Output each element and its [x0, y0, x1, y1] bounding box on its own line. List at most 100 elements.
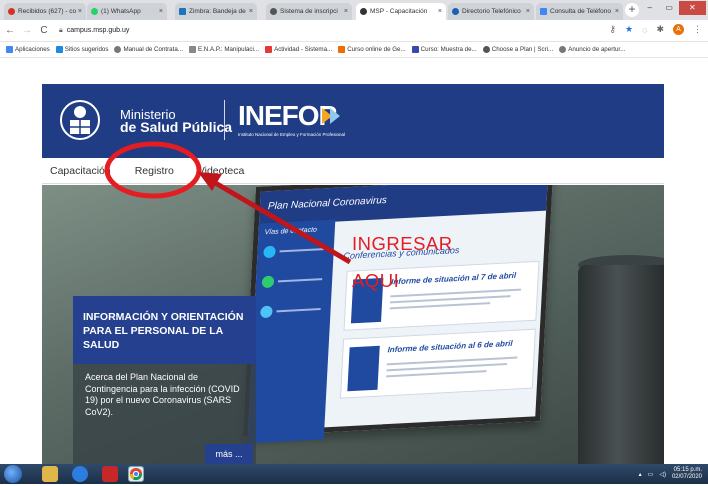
- tab-whatsapp[interactable]: (1) WhatsApp ×: [87, 3, 167, 20]
- whatsapp-icon: [91, 8, 98, 15]
- clock[interactable]: 05:15 p.m. 02/07/2020: [672, 467, 702, 481]
- laptop-plan-title: Plan Nacional Coronavirus: [258, 185, 548, 226]
- menu-dots-icon[interactable]: ⋮: [693, 24, 702, 35]
- tab-title: Sistema de inscripci: [280, 8, 338, 15]
- bookmark-icon: [411, 46, 419, 53]
- close-icon[interactable]: ×: [526, 8, 530, 15]
- document-icon: [540, 8, 547, 15]
- start-button[interactable]: [4, 465, 22, 483]
- bookmark-aplicaciones[interactable]: Aplicaciones: [6, 46, 50, 53]
- annotation-text-2: AQUI: [352, 270, 400, 291]
- site-header: Ministerio de Salud Pública INEFOP Insti…: [42, 84, 664, 158]
- laptop-screen-image: Plan Nacional Coronavirus Vías de contac…: [242, 185, 554, 444]
- bookmark-sitios-sugeridos[interactable]: Sitios sugeridos: [55, 46, 109, 53]
- tab-title: Zimbra: Bandeja de e: [189, 8, 247, 15]
- network-icon[interactable]: ▭: [648, 471, 654, 478]
- annotation-text-1: INGRESAR: [352, 233, 453, 254]
- bookmark-label: Sitios sugeridos: [64, 46, 109, 53]
- internet-explorer-icon[interactable]: [72, 466, 88, 482]
- bookmarks-bar: Aplicaciones Sitios sugeridos Manual de …: [0, 42, 708, 58]
- folder-icon[interactable]: [42, 466, 58, 482]
- report-card-title: Informe de situación al 6 de abril: [387, 338, 513, 355]
- whatsapp-icon: [261, 275, 275, 289]
- chrome-icon[interactable]: [128, 466, 144, 482]
- directory-icon: [452, 8, 459, 15]
- close-icon[interactable]: ×: [344, 8, 348, 15]
- address-bar[interactable]: 🔒︎ campus.msp.gub.uy: [59, 23, 599, 39]
- bookmark-icon: [188, 46, 196, 53]
- tab-title: MSP - Capacitación: [370, 8, 428, 15]
- tab-consulta-telefono[interactable]: Consulta de Teléfono ×: [536, 3, 623, 20]
- clock-date: 02/07/2020: [671, 474, 702, 480]
- bookmark-curso-online[interactable]: Curso online de Ge...: [338, 46, 406, 53]
- acrobat-icon[interactable]: [102, 466, 118, 482]
- site-nav: Capacitación Registro Videoteca: [42, 158, 664, 184]
- maximize-button[interactable]: ▭: [659, 1, 678, 15]
- back-arrow-icon[interactable]: ←: [3, 25, 17, 36]
- globe-icon: [559, 46, 567, 53]
- inefop-subtitle: Instituto Nacional de Empleo y Formación…: [238, 132, 346, 137]
- chrome-logo-icon: [130, 468, 142, 481]
- star-icon[interactable]: ★: [625, 24, 633, 35]
- close-icon[interactable]: ×: [438, 8, 442, 15]
- bookmark-actividad[interactable]: Actividad - Sistema...: [265, 46, 332, 53]
- bookmark-manual[interactable]: Manual de Contrata...: [114, 46, 183, 53]
- bookmark-label: Aplicaciones: [15, 46, 50, 53]
- url-text: campus.msp.gub.uy: [66, 27, 130, 34]
- tab-directorio[interactable]: Directorio Telefónico ×: [448, 3, 534, 20]
- bookmark-anuncio[interactable]: Anuncio de apertur...: [559, 46, 625, 53]
- window-controls: – ▭ ✕: [640, 1, 706, 15]
- bookmark-choose-plan[interactable]: Choose a Plan | Scri...: [482, 46, 553, 53]
- tray-arrow-icon[interactable]: ▴: [639, 471, 642, 478]
- extension-icon[interactable]: ◌: [642, 25, 647, 35]
- toolbar-right: ⚷ ★ ◌ ✱ A ⋮: [609, 24, 702, 35]
- laptop-contact-label: Vías de contacto: [264, 226, 318, 237]
- bookmark-icon: [265, 46, 273, 53]
- tab-title: Consulta de Teléfono: [550, 8, 611, 15]
- tab-title: Directorio Telefónico: [462, 8, 521, 15]
- phone-icon: [263, 245, 276, 259]
- toolbar: ← → C 🔒︎ campus.msp.gub.uy ⚷ ★ ◌ ✱ A ⋮: [0, 20, 708, 42]
- tab-sistema-inscripcion[interactable]: Sistema de inscripci ×: [266, 3, 352, 20]
- tab-gmail[interactable]: Recibidos (627) - cov ×: [4, 3, 86, 20]
- key-icon[interactable]: ⚷: [609, 24, 616, 35]
- close-icon[interactable]: ×: [615, 8, 619, 15]
- close-icon[interactable]: ×: [249, 8, 253, 15]
- ministerio-line2: de Salud Pública: [120, 119, 233, 135]
- close-icon[interactable]: ×: [159, 8, 163, 15]
- contact-row: [263, 242, 324, 259]
- bookmark-curso-muestra[interactable]: Curso: Muestra de...: [411, 46, 477, 53]
- tab-zimbra[interactable]: Zimbra: Bandeja de e ×: [175, 3, 257, 20]
- uruguay-crest-icon: [60, 100, 100, 140]
- tab-strip: Recibidos (627) - cov × (1) WhatsApp × Z…: [0, 0, 708, 20]
- clock-time: 05:15 p.m.: [673, 467, 702, 473]
- volume-icon[interactable]: ◁): [659, 471, 666, 478]
- close-icon[interactable]: ×: [78, 8, 82, 15]
- reload-icon[interactable]: C: [37, 25, 51, 36]
- new-tab-button[interactable]: +: [625, 3, 639, 17]
- mug-image: [578, 265, 664, 464]
- bookmark-icon: [482, 46, 490, 53]
- window-close-button[interactable]: ✕: [678, 1, 706, 15]
- laptop-contact-sidebar: Vías de contacto: [247, 219, 336, 444]
- contact-row: [261, 272, 323, 289]
- more-button[interactable]: más ...: [205, 444, 253, 464]
- nav-registro[interactable]: Registro: [135, 165, 174, 177]
- nav-videoteca[interactable]: Videoteca: [198, 165, 245, 177]
- chat-icon: [260, 305, 273, 319]
- bookmark-label: Curso online de Ge...: [347, 46, 406, 53]
- document-icon: [347, 345, 380, 392]
- ministerio-logo-text: Ministerio de Salud Pública: [120, 108, 232, 134]
- report-card-title: Informe de situación al 7 de abril: [390, 270, 517, 287]
- nav-capacitacion[interactable]: Capacitación: [50, 165, 111, 177]
- forward-arrow-icon[interactable]: →: [20, 25, 34, 36]
- profile-avatar[interactable]: A: [673, 24, 684, 35]
- tab-msp-capacitacion[interactable]: MSP - Capacitación ×: [356, 3, 446, 20]
- page-content: Ministerio de Salud Pública INEFOP Insti…: [0, 58, 708, 464]
- minimize-button[interactable]: –: [640, 1, 659, 15]
- bookmark-label: Manual de Contrata...: [123, 46, 183, 53]
- bookmark-enap[interactable]: E.N.A.P.: Manipulaci...: [188, 46, 259, 53]
- bookmark-label: Actividad - Sistema...: [274, 46, 333, 53]
- puzzle-icon[interactable]: ✱: [656, 24, 664, 35]
- header-divider: [224, 100, 225, 140]
